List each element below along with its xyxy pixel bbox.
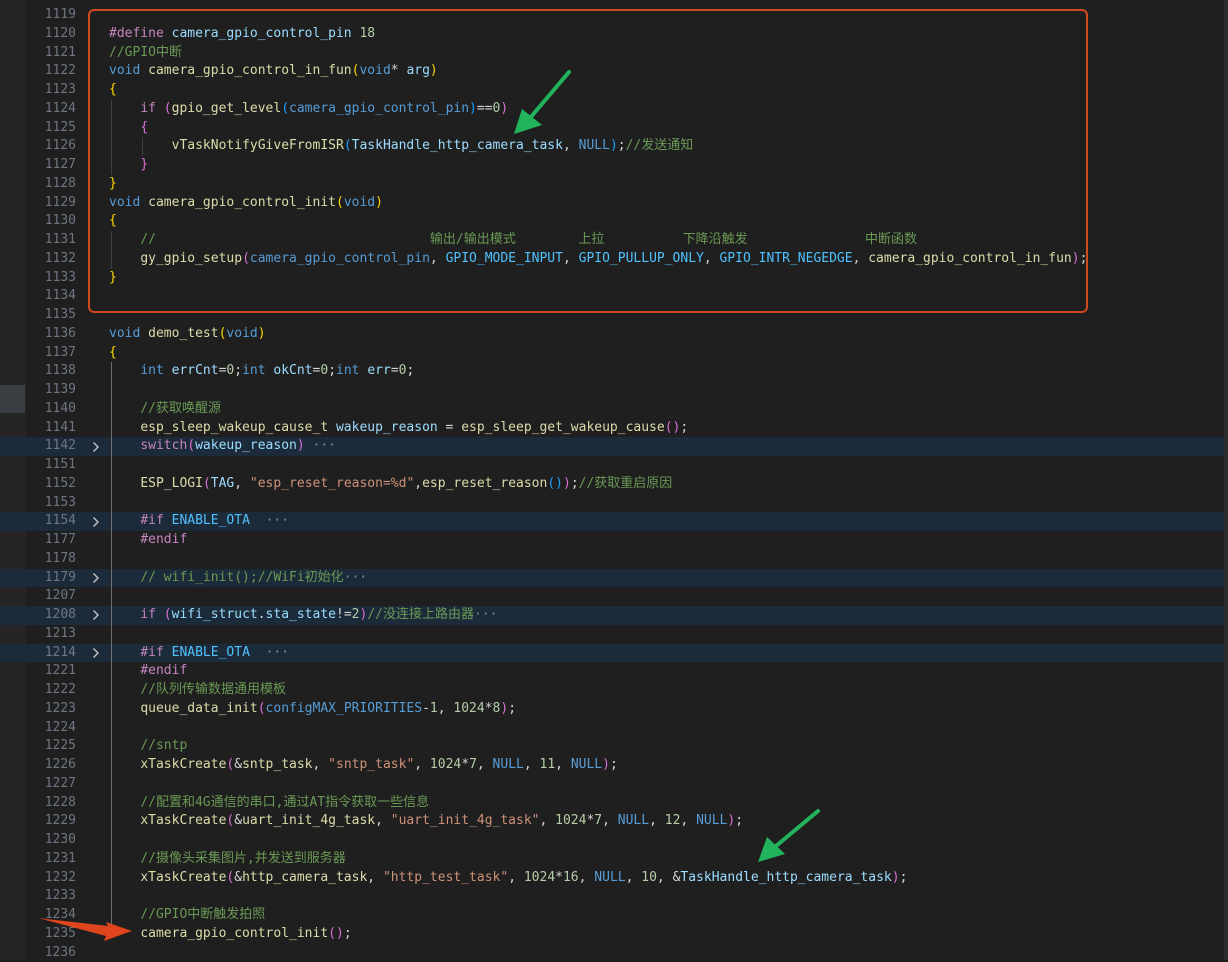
green-arrow-1 [514,72,569,134]
scrollbar-track[interactable] [1224,0,1228,960]
code-editor[interactable]: 11191120#define camera_gpio_control_pin … [0,0,1228,960]
red-arrow [38,918,132,941]
annotation-overlay [0,0,1228,960]
green-arrow-2 [758,811,818,862]
